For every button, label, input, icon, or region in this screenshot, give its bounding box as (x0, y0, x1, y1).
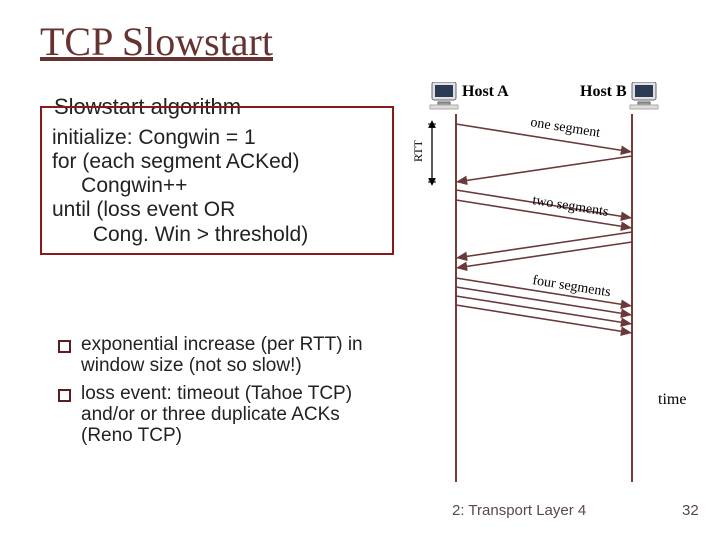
algorithm-box: initialize: Congwin = 1 for (each segmen… (40, 106, 394, 255)
sequence-diagram: Host A Host B RTT (400, 82, 700, 492)
ack-arrow (456, 232, 632, 258)
computer-icon (630, 82, 658, 109)
computer-icon (430, 82, 458, 109)
footer-left: 2: Transport Layer 4 (452, 502, 586, 519)
rtt-label: RTT (411, 139, 425, 162)
ack-arrow (456, 156, 632, 182)
bullet-text: loss event: timeout (Tahoe TCP) and/or o… (81, 383, 388, 447)
algorithm-body: initialize: Congwin = 1 for (each segmen… (52, 126, 382, 247)
bullet-icon (58, 389, 71, 402)
page-title: TCP Slowstart (40, 18, 273, 65)
host-a-label: Host A (462, 83, 509, 100)
segment-label: two segments (531, 193, 609, 220)
list-item: loss event: timeout (Tahoe TCP) and/or o… (58, 383, 388, 447)
list-item: exponential increase (per RTT) in window… (58, 334, 388, 377)
footer-right: 32 (682, 502, 699, 519)
rtt-bracket: RTT (411, 124, 436, 182)
ack-arrow (456, 242, 632, 268)
bullet-text: exponential increase (per RTT) in window… (81, 334, 388, 377)
host-b-label: Host B (580, 83, 627, 100)
bullet-icon (58, 340, 71, 353)
bullet-list: exponential increase (per RTT) in window… (58, 334, 388, 452)
slide: TCP Slowstart Slowstart algorithm initia… (0, 0, 720, 540)
time-label: time (658, 391, 686, 408)
